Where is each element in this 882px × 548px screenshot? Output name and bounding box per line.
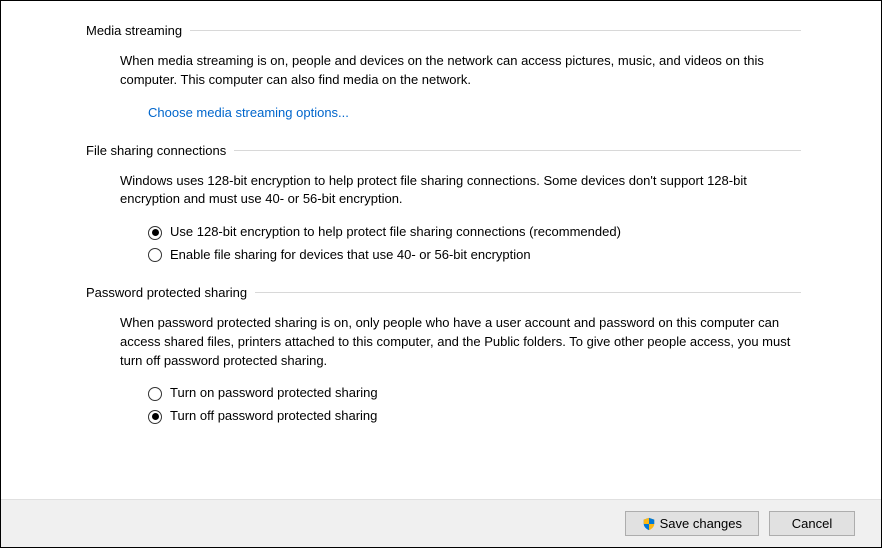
password-description: When password protected sharing is on, o… bbox=[120, 314, 801, 371]
divider bbox=[234, 150, 801, 151]
cancel-button[interactable]: Cancel bbox=[769, 511, 855, 536]
radio-icon bbox=[148, 410, 162, 424]
media-options-link[interactable]: Choose media streaming options... bbox=[148, 104, 349, 123]
password-radio-group: Turn on password protected sharing Turn … bbox=[120, 384, 801, 426]
radio-label: Enable file sharing for devices that use… bbox=[170, 246, 531, 265]
divider bbox=[190, 30, 801, 31]
section-file-sharing: File sharing connections Windows uses 12… bbox=[86, 143, 801, 265]
radio-icon bbox=[148, 226, 162, 240]
section-password-sharing: Password protected sharing When password… bbox=[86, 285, 801, 426]
radio-label: Turn off password protected sharing bbox=[170, 407, 377, 426]
section-body: Windows uses 128-bit encryption to help … bbox=[86, 172, 801, 265]
divider bbox=[255, 292, 801, 293]
radio-icon bbox=[148, 248, 162, 262]
section-header: File sharing connections bbox=[86, 143, 801, 158]
filesharing-radio-group: Use 128-bit encryption to help protect f… bbox=[120, 223, 801, 265]
radio-password-off[interactable]: Turn off password protected sharing bbox=[148, 407, 801, 426]
section-title-filesharing: File sharing connections bbox=[86, 143, 226, 158]
radio-label: Use 128-bit encryption to help protect f… bbox=[170, 223, 621, 242]
radio-128bit-encryption[interactable]: Use 128-bit encryption to help protect f… bbox=[148, 223, 801, 242]
section-media-streaming: Media streaming When media streaming is … bbox=[86, 23, 801, 123]
radio-icon bbox=[148, 387, 162, 401]
settings-content: Media streaming When media streaming is … bbox=[1, 1, 881, 499]
filesharing-description: Windows uses 128-bit encryption to help … bbox=[120, 172, 801, 210]
radio-label: Turn on password protected sharing bbox=[170, 384, 378, 403]
section-title-media: Media streaming bbox=[86, 23, 182, 38]
radio-password-on[interactable]: Turn on password protected sharing bbox=[148, 384, 801, 403]
uac-shield-icon bbox=[642, 517, 656, 531]
section-body: When password protected sharing is on, o… bbox=[86, 314, 801, 426]
button-label: Cancel bbox=[792, 516, 832, 531]
section-title-password: Password protected sharing bbox=[86, 285, 247, 300]
section-body: When media streaming is on, people and d… bbox=[86, 52, 801, 123]
media-description: When media streaming is on, people and d… bbox=[120, 52, 801, 90]
save-changes-button[interactable]: Save changes bbox=[625, 511, 759, 536]
radio-40-56bit-encryption[interactable]: Enable file sharing for devices that use… bbox=[148, 246, 801, 265]
section-header: Media streaming bbox=[86, 23, 801, 38]
section-header: Password protected sharing bbox=[86, 285, 801, 300]
button-label: Save changes bbox=[660, 516, 742, 531]
dialog-footer: Save changes Cancel bbox=[1, 499, 881, 547]
